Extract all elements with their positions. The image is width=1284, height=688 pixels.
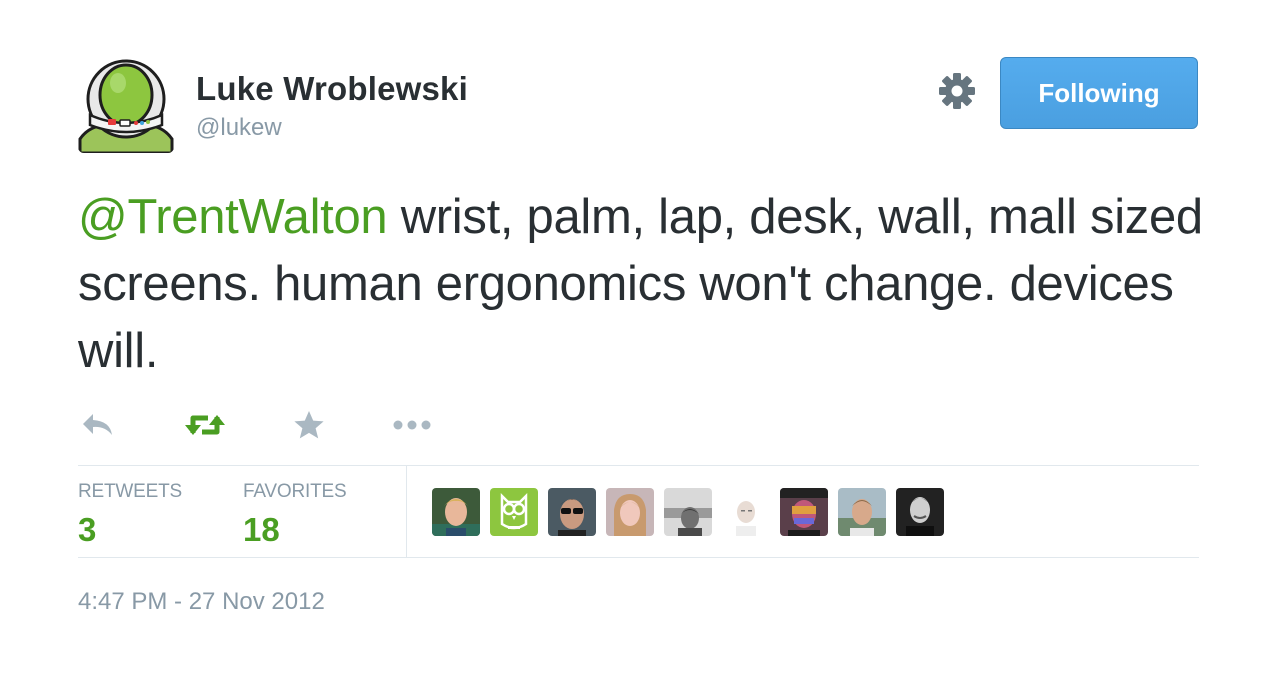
author-handle[interactable]: @lukew <box>196 114 282 142</box>
user-avatar-owl-logo-icon[interactable] <box>490 488 538 536</box>
engaged-users-list <box>432 488 944 536</box>
retweets-stat[interactable]: RETWEETS 3 <box>78 481 182 549</box>
author-avatar[interactable] <box>78 57 174 153</box>
favorites-count: 18 <box>243 511 280 548</box>
more-options-button[interactable] <box>390 405 434 445</box>
favorite-button[interactable] <box>290 405 328 445</box>
user-avatar-colorful-man-icon[interactable] <box>780 488 828 536</box>
user-avatar-outdoor-man-icon[interactable] <box>838 488 886 536</box>
user-avatar-bald-man-icon[interactable] <box>722 488 770 536</box>
retweet-button[interactable] <box>182 405 228 445</box>
astronaut-helmet-icon <box>78 57 174 153</box>
user-avatar-grayscale-man-icon[interactable] <box>664 488 712 536</box>
divider <box>78 557 1199 558</box>
following-button[interactable]: Following <box>1000 57 1198 129</box>
reply-icon <box>83 414 112 435</box>
user-avatar-sunglasses-man-icon[interactable] <box>548 488 596 536</box>
reply-button[interactable] <box>78 405 118 445</box>
settings-button[interactable] <box>936 70 978 112</box>
star-icon <box>294 411 324 439</box>
more-dots-icon <box>393 420 431 430</box>
retweets-count: 3 <box>78 511 97 548</box>
retweet-icon <box>185 415 225 435</box>
stats-divider <box>406 466 407 557</box>
tweet-text: @TrentWalton wrist, palm, lap, desk, wal… <box>78 184 1208 385</box>
tweet-card: Luke Wroblewski @lukew Following @TrentW… <box>0 0 1284 688</box>
tweet-timestamp[interactable]: 4:47 PM - 27 Nov 2012 <box>78 588 325 616</box>
user-avatar-dark-man-icon[interactable] <box>896 488 944 536</box>
favorites-label: FAVORITES <box>243 481 347 502</box>
author-name[interactable]: Luke Wroblewski <box>196 70 468 108</box>
user-avatar-blond-man-icon[interactable] <box>432 488 480 536</box>
gear-icon <box>939 73 975 109</box>
user-avatar-woman-icon[interactable] <box>606 488 654 536</box>
mention-link[interactable]: @TrentWalton <box>78 190 388 244</box>
favorites-stat[interactable]: FAVORITES 18 <box>243 481 347 549</box>
divider <box>78 465 1199 466</box>
retweets-label: RETWEETS <box>78 481 182 502</box>
